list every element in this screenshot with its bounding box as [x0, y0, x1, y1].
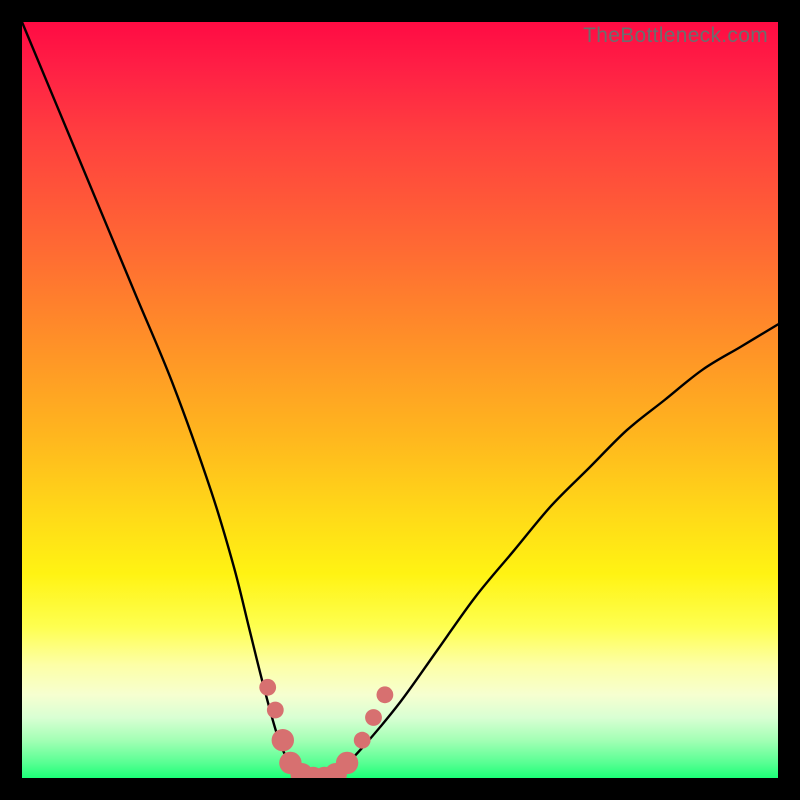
bottleneck-curve	[22, 22, 778, 778]
marker-dot	[336, 752, 358, 774]
marker-dot	[365, 709, 382, 726]
markers-layer	[259, 679, 393, 778]
chart-svg	[22, 22, 778, 778]
chart-area: TheBottleneck.com	[22, 22, 778, 778]
curve-layer	[22, 22, 778, 778]
marker-dot	[272, 729, 294, 751]
marker-dot	[354, 732, 371, 749]
marker-dot	[267, 702, 284, 719]
marker-dot	[377, 686, 394, 703]
marker-dot	[259, 679, 276, 696]
